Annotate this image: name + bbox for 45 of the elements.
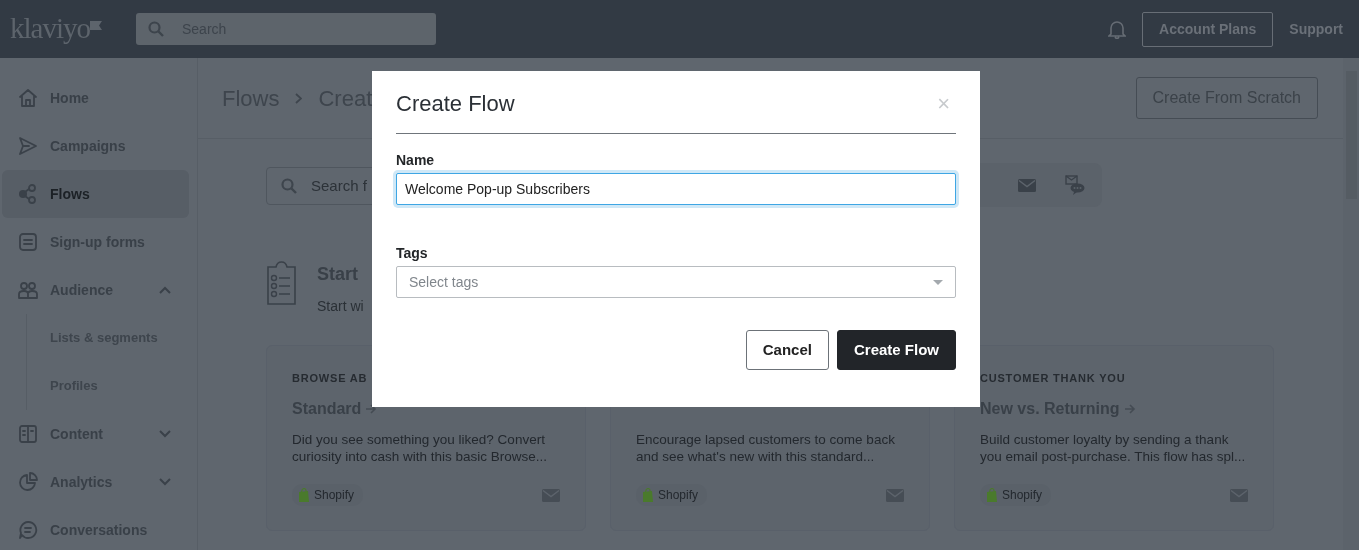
arrow-right-icon: [1124, 404, 1136, 414]
cancel-button[interactable]: Cancel: [745, 330, 829, 371]
envelope-icon: [1018, 178, 1036, 192]
field-label: Tags: [396, 244, 429, 264]
card-category: CUSTOMER THANK YOU: [980, 371, 1127, 386]
house-icon: [18, 88, 38, 108]
section-subtitle: Start wi: [317, 297, 364, 316]
close-button[interactable]: ×: [931, 93, 956, 116]
caret-down-icon: [933, 279, 943, 285]
platform-tag: Shopify: [636, 484, 708, 506]
shopping-bag-icon: [298, 488, 310, 502]
platform-tag: Shopify: [292, 484, 364, 506]
tags-select-field[interactable]: Select tags: [396, 266, 956, 299]
people-icon: [18, 280, 38, 300]
chat-icon: [18, 520, 38, 540]
layout-icon: [18, 424, 38, 444]
field-label: Name: [396, 151, 436, 171]
card-category: BROWSE AB: [292, 371, 369, 386]
form-icon: [18, 232, 38, 252]
envelope-icon: [1230, 488, 1248, 502]
sidebar-item[interactable]: Flows: [2, 170, 189, 218]
shopping-bag-icon: [986, 488, 998, 502]
envelope-icon: [886, 488, 904, 502]
support-link[interactable]: Support: [1273, 18, 1343, 40]
pie-chart-icon: [18, 472, 38, 492]
shopping-bag-icon: [642, 488, 654, 502]
arrow-right-icon: [366, 404, 378, 414]
bell-icon: [1108, 19, 1127, 39]
search-icon: [281, 178, 297, 194]
platform-tag: Shopify: [980, 484, 1052, 506]
search-icon: [148, 21, 164, 37]
send-icon: [18, 136, 38, 156]
chat-envelope-icon: [1065, 175, 1085, 195]
envelope-icon: [542, 488, 560, 502]
card-description: Build customer loyalty by sending a thank you email post-purchase. This flow has spl...: [980, 431, 1247, 465]
flag-icon: [90, 21, 102, 31]
create-flow-button[interactable]: Create Flow: [836, 330, 956, 371]
share-nodes-icon: [18, 184, 38, 204]
plans-button[interactable]: Account Plans: [1142, 11, 1274, 47]
card-description: Encourage lapsed customers to come back and see what's new with this standard...: [636, 431, 896, 465]
clipboard-list-icon: [266, 261, 297, 305]
dialog-title: Create Flow: [396, 91, 515, 118]
name-input-field[interactable]: Welcome Pop-up Subscribers: [396, 173, 956, 206]
card-description: Did you see something you liked? Convert curiosity into cash with this basic Browse...: [292, 431, 549, 465]
chevron-right-icon: [295, 92, 303, 104]
